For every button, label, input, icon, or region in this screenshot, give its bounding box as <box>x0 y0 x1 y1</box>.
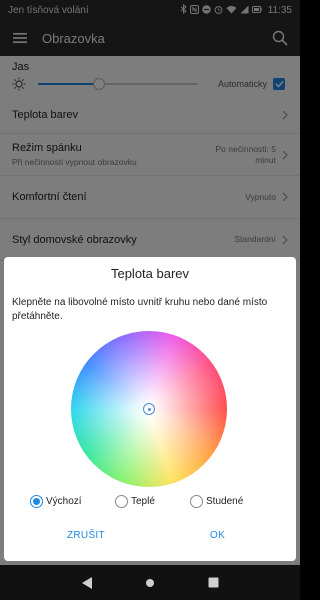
option-label: Studené <box>206 496 244 507</box>
radio-button[interactable] <box>115 495 128 508</box>
temperature-options: Výchozí Teplé Studené <box>4 495 296 511</box>
ok-button[interactable]: OK <box>210 530 225 541</box>
radio-button[interactable] <box>190 495 203 508</box>
dialog-description: Klepněte na libovolné místo uvnitř kruhu… <box>12 297 268 322</box>
color-temperature-dialog: Teplota barev Klepněte na libovolné míst… <box>4 257 296 561</box>
option-label: Teplé <box>131 496 155 507</box>
radio-button[interactable] <box>30 495 43 508</box>
dialog-title: Teplota barev <box>110 266 190 281</box>
cancel-button[interactable]: ZRUŠIT <box>67 530 105 541</box>
color-wheel[interactable] <box>71 331 227 487</box>
option-label: Výchozí <box>46 496 82 507</box>
navigation-bar <box>0 565 300 600</box>
back-icon[interactable] <box>79 575 95 591</box>
option-default[interactable]: Výchozí <box>30 495 82 508</box>
option-cold[interactable]: Studené <box>190 495 243 508</box>
color-wheel-picker-handle[interactable] <box>143 403 155 415</box>
display-settings-screen: Jen tísňová volání 11:35 <box>0 0 300 600</box>
option-warm[interactable]: Teplé <box>115 495 155 508</box>
recents-icon[interactable] <box>205 575 221 591</box>
home-icon[interactable] <box>142 575 158 591</box>
